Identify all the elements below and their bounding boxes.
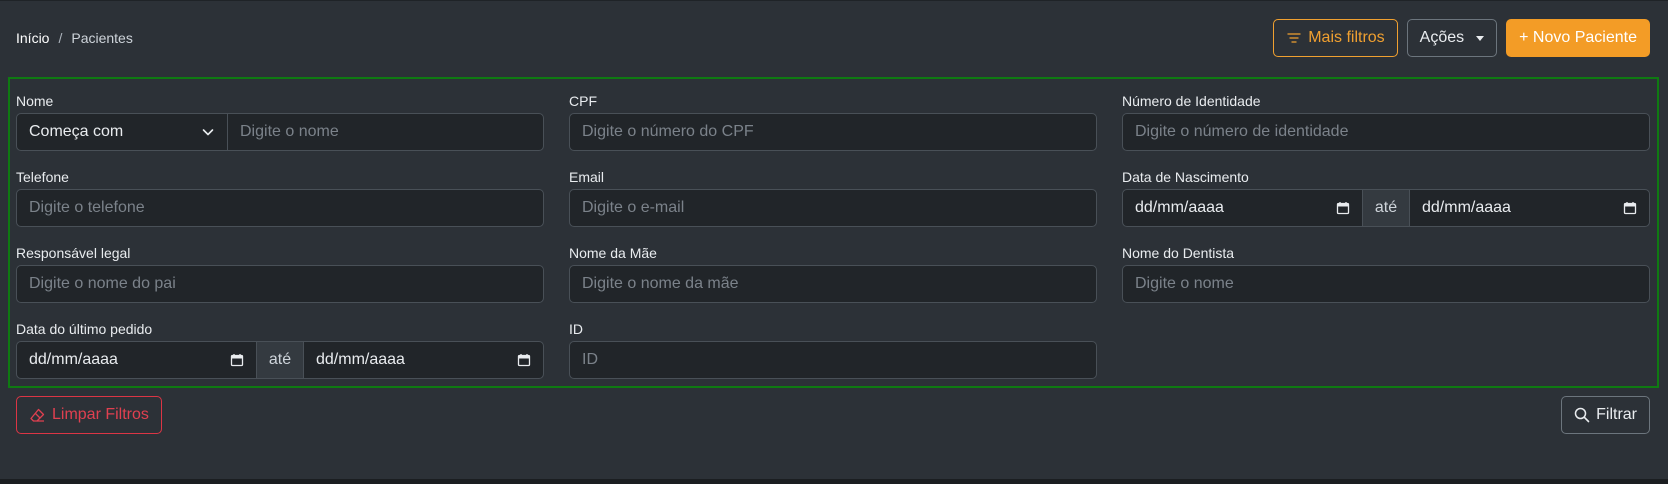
filter-nome: Nome Começa com bbox=[16, 91, 544, 153]
chevron-down-icon bbox=[201, 125, 215, 139]
filter-mae: Nome da Mãe bbox=[569, 243, 1097, 305]
filter-responsavel: Responsável legal bbox=[16, 243, 544, 305]
nascimento-to-value: dd/mm/aaaa bbox=[1422, 199, 1511, 216]
email-label: Email bbox=[569, 169, 605, 185]
new-patient-button[interactable]: + Novo Paciente bbox=[1506, 19, 1650, 57]
telefone-label: Telefone bbox=[16, 169, 69, 185]
mae-input[interactable] bbox=[570, 266, 1096, 302]
filter-cpf: CPF bbox=[569, 91, 1097, 153]
calendar-icon[interactable] bbox=[1623, 201, 1637, 215]
nome-input-group: Começa com bbox=[16, 113, 544, 151]
identidade-label: Número de Identidade bbox=[1122, 93, 1261, 109]
bottom-edge bbox=[0, 479, 1668, 484]
filter-nascimento: Data de Nascimento dd/mm/aaaa até dd/mm/… bbox=[1122, 167, 1650, 229]
actions-label: Ações bbox=[1419, 29, 1465, 46]
filter-identidade: Número de Identidade bbox=[1122, 91, 1650, 153]
ultimo-pedido-from-date[interactable]: dd/mm/aaaa bbox=[17, 342, 256, 378]
dentista-label: Nome do Dentista bbox=[1122, 245, 1235, 261]
more-filters-label: Mais filtros bbox=[1308, 29, 1385, 46]
search-icon bbox=[1574, 407, 1590, 423]
ultimo-pedido-label: Data do último pedido bbox=[16, 321, 153, 337]
identidade-input[interactable] bbox=[1123, 114, 1649, 150]
nascimento-label: Data de Nascimento bbox=[1122, 169, 1249, 185]
ultimo-pedido-ate-addon: até bbox=[256, 342, 304, 378]
id-label: ID bbox=[569, 321, 583, 337]
filter-id: ID bbox=[569, 319, 1097, 381]
clear-filters-button[interactable]: Limpar Filtros bbox=[16, 396, 162, 434]
actions-dropdown-button[interactable]: Ações bbox=[1406, 19, 1498, 57]
filter-email: Email bbox=[569, 167, 1097, 229]
nascimento-range: dd/mm/aaaa até dd/mm/aaaa bbox=[1122, 189, 1650, 227]
filter-telefone: Telefone bbox=[16, 167, 544, 229]
ultimo-pedido-range: dd/mm/aaaa até dd/mm/aaaa bbox=[16, 341, 544, 379]
cpf-input[interactable] bbox=[570, 114, 1096, 150]
nascimento-to-date[interactable]: dd/mm/aaaa bbox=[1410, 190, 1649, 226]
nome-match-value: Começa com bbox=[29, 123, 124, 140]
responsavel-label: Responsável legal bbox=[16, 245, 131, 261]
filter-ultimo-pedido: Data do último pedido dd/mm/aaaa até dd/… bbox=[16, 319, 544, 381]
nascimento-from-value: dd/mm/aaaa bbox=[1135, 199, 1224, 216]
new-patient-label: + Novo Paciente bbox=[1519, 29, 1637, 46]
dentista-input[interactable] bbox=[1123, 266, 1649, 302]
ultimo-pedido-to-date[interactable]: dd/mm/aaaa bbox=[304, 342, 543, 378]
clear-filters-label: Limpar Filtros bbox=[52, 406, 149, 423]
nascimento-from-date[interactable]: dd/mm/aaaa bbox=[1123, 190, 1362, 226]
page-header: Início / Pacientes Mais filtros Ações + … bbox=[16, 19, 1650, 57]
ultimo-pedido-from-value: dd/mm/aaaa bbox=[29, 351, 118, 368]
email-input[interactable] bbox=[570, 190, 1096, 226]
ultimo-pedido-to-value: dd/mm/aaaa bbox=[316, 351, 405, 368]
calendar-icon[interactable] bbox=[230, 353, 244, 367]
page: Início / Pacientes Mais filtros Ações + … bbox=[0, 0, 1668, 484]
more-filters-button[interactable]: Mais filtros bbox=[1273, 19, 1398, 57]
breadcrumb: Início / Pacientes bbox=[16, 30, 133, 46]
filter-button[interactable]: Filtrar bbox=[1561, 396, 1650, 434]
calendar-icon[interactable] bbox=[517, 353, 531, 367]
calendar-icon[interactable] bbox=[1336, 201, 1350, 215]
filter-panel: Nome Começa com CPF Número de Identidade… bbox=[8, 77, 1659, 388]
eraser-icon bbox=[29, 407, 46, 424]
header-actions: Mais filtros Ações + Novo Paciente bbox=[1273, 19, 1650, 57]
nome-input[interactable] bbox=[228, 114, 543, 150]
responsavel-input[interactable] bbox=[17, 266, 543, 302]
telefone-input[interactable] bbox=[17, 190, 543, 226]
mae-label: Nome da Mãe bbox=[569, 245, 657, 261]
nome-match-select[interactable]: Começa com bbox=[17, 114, 228, 150]
filter-dentista: Nome do Dentista bbox=[1122, 243, 1650, 305]
cpf-label: CPF bbox=[569, 93, 597, 109]
breadcrumb-separator: / bbox=[58, 30, 63, 46]
nascimento-ate-addon: até bbox=[1362, 190, 1410, 226]
filter-label: Filtrar bbox=[1596, 406, 1637, 423]
breadcrumb-home-link[interactable]: Início bbox=[16, 30, 49, 46]
breadcrumb-current: Pacientes bbox=[71, 30, 133, 46]
id-input[interactable] bbox=[570, 342, 1096, 378]
filter-lines-icon bbox=[1286, 30, 1302, 46]
caret-down-icon bbox=[1476, 35, 1485, 41]
nome-label: Nome bbox=[16, 93, 54, 109]
